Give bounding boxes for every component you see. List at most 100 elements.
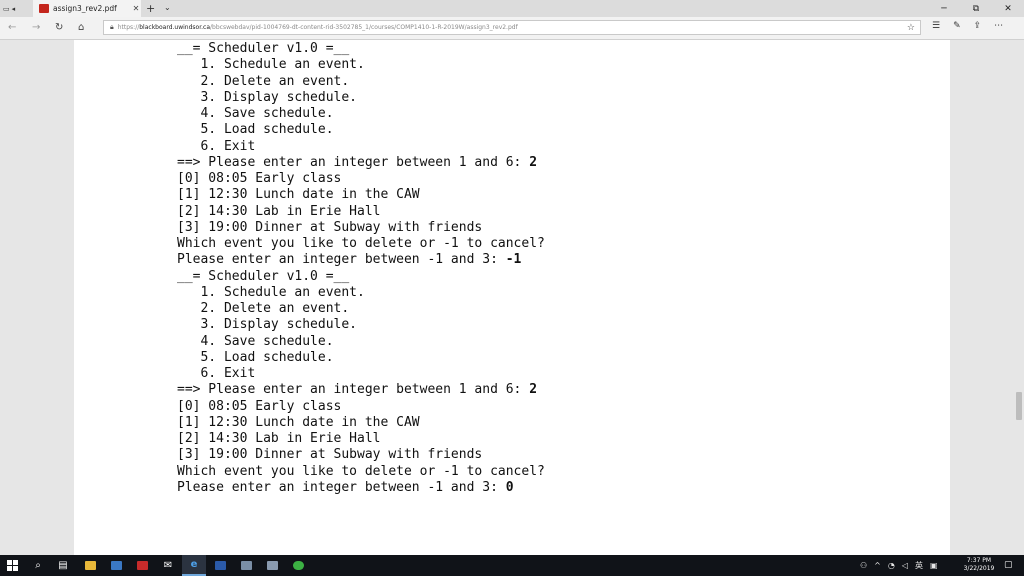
refresh-icon[interactable]: ↻ xyxy=(55,21,63,34)
minimize-button[interactable]: ─ xyxy=(928,0,960,17)
console-user-input: 0 xyxy=(505,479,514,495)
console-line: [0] 08:05 Early class xyxy=(177,171,545,187)
app-icon-2[interactable] xyxy=(260,555,284,576)
console-line: 1. Schedule an event. xyxy=(177,285,545,301)
console-line: 4. Save schedule. xyxy=(177,106,545,122)
console-line-text: 6. Exit xyxy=(177,138,256,154)
console-line: 5. Load schedule. xyxy=(177,122,545,138)
url-path: /bbcswebdav/pid-1004769-dt-content-rid-3… xyxy=(210,24,518,31)
task-view-icon[interactable]: ▤ xyxy=(51,555,75,576)
start-button[interactable] xyxy=(0,555,24,576)
console-line-text: [3] 19:00 Dinner at Subway with friends xyxy=(177,447,483,463)
favorites-icon[interactable]: ☰ xyxy=(932,21,940,31)
volume-icon[interactable]: ◁ xyxy=(902,561,908,570)
console-line-text: __= Scheduler v1.0 =__ xyxy=(177,268,350,284)
console-line: [1] 12:30 Lunch date in the CAW xyxy=(177,415,545,431)
url-host: blackboard.uwindsor.ca xyxy=(139,24,210,31)
address-bar[interactable]: 🔒︎ https://blackboard.uwindsor.ca/bbcswe… xyxy=(103,20,921,35)
console-line: 3. Display schedule. xyxy=(177,317,545,333)
console-line-text: 2. Delete an event. xyxy=(177,301,350,316)
console-line-text: 5. Load schedule. xyxy=(177,349,334,365)
system-tray: ⚇ ^ ◔ ◁ 英 ▣ xyxy=(860,555,938,576)
console-line: [3] 19:00 Dinner at Subway with friends xyxy=(177,447,545,463)
console-line: 4. Save schedule. xyxy=(177,334,545,350)
action-center-icon[interactable]: ▢ xyxy=(1004,560,1013,570)
console-line-text: 5. Load schedule. xyxy=(177,122,334,138)
people-icon[interactable]: ⚇ xyxy=(860,561,867,570)
console-line-text: ==> Please enter an integer between 1 an… xyxy=(177,382,530,398)
console-line-text: 4. Save schedule. xyxy=(177,333,334,349)
tab-title: assign3_rev2.pdf xyxy=(53,4,117,13)
network-icon[interactable]: ◔ xyxy=(888,561,895,570)
console-line-text: __= Scheduler v1.0 =__ xyxy=(177,41,350,56)
console-line-text: 2. Delete an event. xyxy=(177,73,350,89)
maximize-button[interactable]: ⧉ xyxy=(960,0,992,17)
wechat-icon[interactable] xyxy=(286,555,310,576)
window-close-button[interactable]: ✕ xyxy=(992,0,1024,17)
mail-icon[interactable]: ✉ xyxy=(156,555,180,576)
edge-browser-icon[interactable]: e xyxy=(182,555,206,576)
pdf-icon xyxy=(39,4,49,13)
file-explorer-icon[interactable] xyxy=(78,555,102,576)
browser-tab-bar: ▭ ◂ assign3_rev2.pdf ✕ + ⌄ ─ ⧉ ✕ xyxy=(0,0,1024,17)
tab-actions[interactable]: ▭ ◂ xyxy=(3,2,29,15)
console-line-text: [0] 08:05 Early class xyxy=(177,171,342,186)
scrollbar-thumb[interactable] xyxy=(1016,392,1022,420)
more-icon[interactable]: ⋯ xyxy=(994,21,1003,31)
browser-tab[interactable]: assign3_rev2.pdf ✕ xyxy=(33,0,141,17)
console-line: 6. Exit xyxy=(177,139,545,155)
console-line-text: 3. Display schedule. xyxy=(177,317,358,333)
back-tabs-icon[interactable]: ◂ xyxy=(12,5,16,13)
console-line-text: [1] 12:30 Lunch date in the CAW xyxy=(177,187,420,203)
console-line: __= Scheduler v1.0 =__ xyxy=(177,269,545,285)
url-prefix: https:// xyxy=(117,24,140,31)
windows-logo-icon xyxy=(6,560,18,571)
console-line-text: 4. Save schedule. xyxy=(177,106,334,121)
tab-list-chevron-icon[interactable]: ⌄ xyxy=(164,3,171,12)
word-icon[interactable] xyxy=(208,555,232,576)
clock-date: 3/22/2019 xyxy=(963,565,995,572)
forward-arrow-icon[interactable]: → xyxy=(32,21,40,34)
console-line-text: [3] 19:00 Dinner at Subway with friends xyxy=(177,219,483,235)
taskbar-clock[interactable]: 7:37 PM 3/22/2019 xyxy=(958,557,1000,573)
back-arrow-icon[interactable]: ← xyxy=(8,21,16,34)
console-line-text: 1. Schedule an event. xyxy=(177,284,365,300)
lock-icon: 🔒︎ xyxy=(110,23,114,31)
store-icon[interactable] xyxy=(104,555,128,576)
pdf-page: __= Scheduler v1.0 =__ 1. Schedule an ev… xyxy=(74,40,950,555)
windows-taskbar: ⌕ ▤ ✉ e ⚇ ^ ◔ ◁ 英 ▣ 7:37 PM 3/22/2019 ▢ xyxy=(0,555,1024,576)
search-icon[interactable]: ⌕ xyxy=(26,555,50,576)
tab-preview-icon[interactable]: ▭ xyxy=(3,5,10,13)
console-user-input: 2 xyxy=(529,154,538,170)
console-line: [2] 14:30 Lab in Erie Hall xyxy=(177,431,545,447)
console-line: [3] 19:00 Dinner at Subway with friends xyxy=(177,220,545,236)
url-text[interactable]: https://blackboard.uwindsor.ca/bbcswebda… xyxy=(118,24,907,31)
share-icon[interactable]: ⇪ xyxy=(974,21,982,31)
tab-close-icon[interactable]: ✕ xyxy=(131,4,141,13)
keyboard-icon[interactable]: ▣ xyxy=(930,561,938,570)
gift-app-icon[interactable] xyxy=(130,555,154,576)
console-line: Which event you like to delete or -1 to … xyxy=(177,236,545,252)
console-line: 3. Display schedule. xyxy=(177,90,545,106)
console-line: 5. Load schedule. xyxy=(177,350,545,366)
show-hidden-icons-chevron-icon[interactable]: ^ xyxy=(874,561,881,570)
console-line-text: 1. Schedule an event. xyxy=(177,57,365,73)
pen-icon[interactable]: ✎ xyxy=(953,21,961,31)
browser-toolbar: ☰ ✎ ⇪ ⋯ xyxy=(932,21,1003,31)
vertical-scrollbar[interactable] xyxy=(1014,40,1024,555)
console-line: Which event you like to delete or -1 to … xyxy=(177,464,545,480)
console-line: Please enter an integer between -1 and 3… xyxy=(177,480,545,496)
home-icon[interactable]: ⌂ xyxy=(78,21,84,34)
clock-time: 7:37 PM xyxy=(966,557,992,564)
console-line-text: [2] 14:30 Lab in Erie Hall xyxy=(177,431,381,446)
console-line: 6. Exit xyxy=(177,366,545,382)
app-icon-1[interactable] xyxy=(234,555,258,576)
new-tab-button[interactable]: + xyxy=(146,2,155,15)
console-line-text: Please enter an integer between -1 and 3… xyxy=(177,479,506,495)
console-line-text: 3. Display schedule. xyxy=(177,89,358,105)
console-line: [1] 12:30 Lunch date in the CAW xyxy=(177,187,545,203)
console-line-text: Please enter an integer between -1 and 3… xyxy=(177,252,506,268)
favorite-star-icon[interactable]: ☆ xyxy=(907,23,915,33)
console-line-text: [2] 14:30 Lab in Erie Hall xyxy=(177,203,381,219)
input-method-icon[interactable]: 英 xyxy=(915,560,923,571)
